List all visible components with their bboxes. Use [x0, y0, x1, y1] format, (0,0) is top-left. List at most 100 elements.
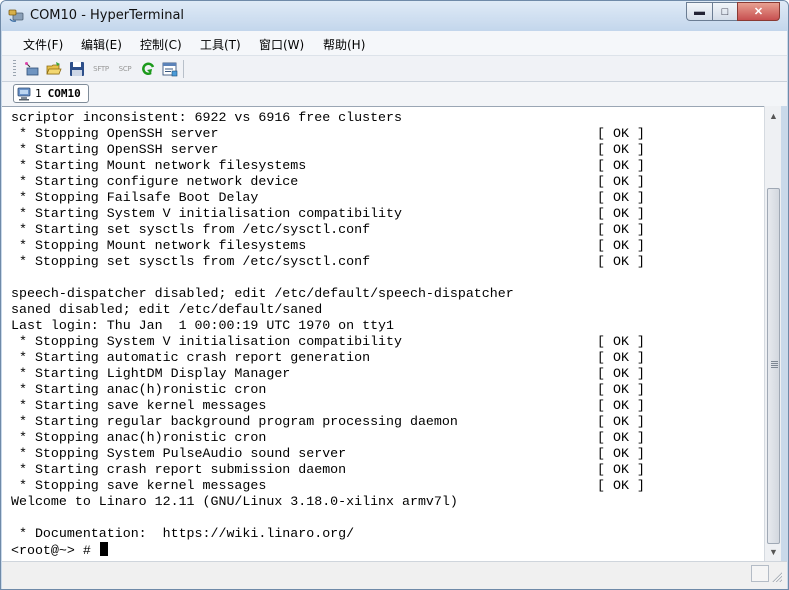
toolbar-grip[interactable] — [13, 60, 16, 78]
session-tab-number: 1 — [35, 87, 42, 100]
terminal-line-text: scriptor inconsistent: 6922 vs 6916 free… — [11, 110, 402, 125]
terminal-line-text: * Documentation: https://wiki.linaro.org… — [11, 526, 355, 541]
terminal-line: * Starting regular background program pr… — [11, 414, 645, 430]
terminal-line-text: speech-dispatcher disabled; edit /etc/de… — [11, 286, 514, 301]
scroll-down-arrow-icon[interactable]: ▼ — [765, 543, 782, 560]
status-bar — [2, 561, 787, 589]
open-button[interactable] — [45, 60, 63, 78]
terminal-line-text: * Stopping Mount network filesystems — [11, 238, 307, 253]
resize-grip-icon[interactable] — [771, 571, 782, 582]
terminal-line: * Stopping set sysctls from /etc/sysctl.… — [11, 254, 645, 270]
terminal-line-text: * Starting set sysctls from /etc/sysctl.… — [11, 222, 371, 237]
shell-prompt: <root@~> # — [11, 543, 99, 558]
terminal-line: Welcome to Linaro 12.11 (GNU/Linux 3.18.… — [11, 494, 514, 510]
terminal-line-text: * Stopping System V initialisation compa… — [11, 334, 402, 349]
scroll-up-arrow-icon[interactable]: ▲ — [765, 107, 782, 124]
green-arrow-icon — [142, 62, 155, 75]
scrollbar-thumb[interactable] — [767, 188, 780, 544]
menu-edit[interactable]: 编辑(E) — [81, 36, 122, 53]
toolbar-separator — [183, 60, 184, 78]
menu-tools[interactable]: 工具(T) — [200, 36, 241, 53]
terminal-line-text: * Stopping System PulseAudio sound serve… — [11, 446, 347, 461]
menu-help[interactable]: 帮助(H) — [323, 36, 365, 53]
sftp-button[interactable]: SFTP — [91, 60, 111, 78]
terminal-line-text: * Stopping Failsafe Boot Delay — [11, 190, 259, 205]
status-ok-label: [ OK ] — [597, 398, 645, 413]
new-connection-icon — [25, 62, 39, 76]
scrollbar-grip-icon — [771, 361, 778, 368]
terminal-line-text: * Starting anac(h)ronistic cron — [11, 382, 267, 397]
terminal-line: * Starting anac(h)ronistic cron [ OK ] — [11, 382, 645, 398]
status-ok-label: [ OK ] — [597, 190, 645, 205]
sftp-label: SFTP — [93, 65, 109, 73]
close-button[interactable]: ✕ — [737, 2, 780, 21]
hyperterminal-window: COM10 - HyperTerminal ▬ □ ✕ 文件(F) 编辑(E) … — [0, 0, 789, 590]
menu-bar: 文件(F) 编辑(E) 控制(C) 工具(T) 窗口(W) 帮助(H) — [2, 31, 787, 56]
terminal-line: * Stopping Failsafe Boot Delay [ OK ] — [11, 190, 645, 206]
terminal-line: Last login: Thu Jan 1 00:00:19 UTC 1970 … — [11, 318, 514, 334]
status-ok-label: [ OK ] — [597, 462, 645, 477]
hyperterminal-phone-icon[interactable] — [8, 8, 24, 23]
terminal-lines: scriptor inconsistent: 6922 vs 6916 free… — [11, 110, 645, 558]
vertical-scrollbar[interactable]: ▲ ▼ — [764, 106, 781, 561]
status-ok-label: [ OK ] — [597, 350, 645, 365]
terminal-line: * Starting save kernel messages [ OK ] — [11, 398, 645, 414]
status-panel — [751, 565, 769, 582]
properties-icon — [162, 62, 178, 77]
new-connection-button[interactable] — [23, 60, 41, 78]
terminal-line: * Starting set sysctls from /etc/sysctl.… — [11, 222, 645, 238]
terminal-line-text: saned disabled; edit /etc/default/saned — [11, 302, 323, 317]
terminal-line-text: * Starting Mount network filesystems — [11, 158, 307, 173]
terminal-line-text: * Starting configure network device — [11, 174, 299, 189]
status-ok-label: [ OK ] — [597, 222, 645, 237]
status-ok-label: [ OK ] — [597, 254, 645, 269]
window-title: COM10 - HyperTerminal — [30, 8, 185, 23]
status-ok-label: [ OK ] — [597, 158, 645, 173]
terminal-line-text: * Starting System V initialisation compa… — [11, 206, 402, 221]
terminal-line: * Stopping System V initialisation compa… — [11, 334, 645, 350]
terminal-line: * Starting crash report submission daemo… — [11, 462, 645, 478]
menu-window[interactable]: 窗口(W) — [259, 36, 304, 53]
close-icon: ✕ — [753, 6, 764, 18]
terminal-prompt-line[interactable]: <root@~> # — [11, 542, 514, 558]
title-bar[interactable]: COM10 - HyperTerminal ▬ □ ✕ — [1, 1, 788, 31]
terminal-line: * Starting configure network device [ OK … — [11, 174, 645, 190]
text-cursor — [99, 542, 108, 556]
status-ok-label: [ OK ] — [597, 206, 645, 221]
terminal-line-text: * Starting save kernel messages — [11, 398, 267, 413]
terminal-line: saned disabled; edit /etc/default/saned — [11, 302, 514, 318]
menu-file[interactable]: 文件(F) — [23, 36, 63, 53]
scp-label: SCP — [118, 65, 132, 73]
menu-control[interactable]: 控制(C) — [140, 36, 182, 53]
maximize-button[interactable]: □ — [712, 2, 737, 21]
terminal-line-text: Last login: Thu Jan 1 00:00:19 UTC 1970 … — [11, 318, 395, 333]
status-ok-label: [ OK ] — [597, 382, 645, 397]
session-tab-strip: 1 COM10 — [2, 82, 787, 106]
save-disk-icon — [70, 62, 84, 76]
terminal-line: * Starting LightDM Display Manager [ OK ] — [11, 366, 645, 382]
terminal-line-text: * Starting automatic crash report genera… — [11, 350, 371, 365]
toolbar: SFTP SCP — [2, 56, 787, 82]
terminal-line: * Stopping save kernel messages [ OK ] — [11, 478, 645, 494]
session-tab-com10[interactable]: 1 COM10 — [13, 84, 89, 103]
status-ok-label: [ OK ] — [597, 478, 645, 493]
status-ok-label: [ OK ] — [597, 366, 645, 381]
status-ok-label: [ OK ] — [597, 430, 645, 445]
terminal-output[interactable]: scriptor inconsistent: 6922 vs 6916 free… — [2, 106, 764, 561]
terminal-line-text: * Starting crash report submission daemo… — [11, 462, 347, 477]
reconnect-button[interactable] — [139, 60, 157, 78]
status-ok-label: [ OK ] — [597, 174, 645, 189]
scp-button[interactable]: SCP — [115, 60, 135, 78]
minimize-button[interactable]: ▬ — [686, 2, 712, 21]
terminal-line: * Starting Mount network filesystems [ OK… — [11, 158, 645, 174]
status-ok-label: [ OK ] — [597, 334, 645, 349]
maximize-icon: □ — [721, 5, 729, 18]
save-button[interactable] — [68, 60, 86, 78]
open-folder-icon — [46, 62, 62, 75]
terminal-line-text: * Stopping set sysctls from /etc/sysctl.… — [11, 254, 371, 269]
properties-button[interactable] — [161, 60, 179, 78]
terminal-line: * Starting System V initialisation compa… — [11, 206, 645, 222]
session-tab-name: COM10 — [47, 87, 81, 100]
terminal-line-text: * Starting regular background program pr… — [11, 414, 458, 429]
